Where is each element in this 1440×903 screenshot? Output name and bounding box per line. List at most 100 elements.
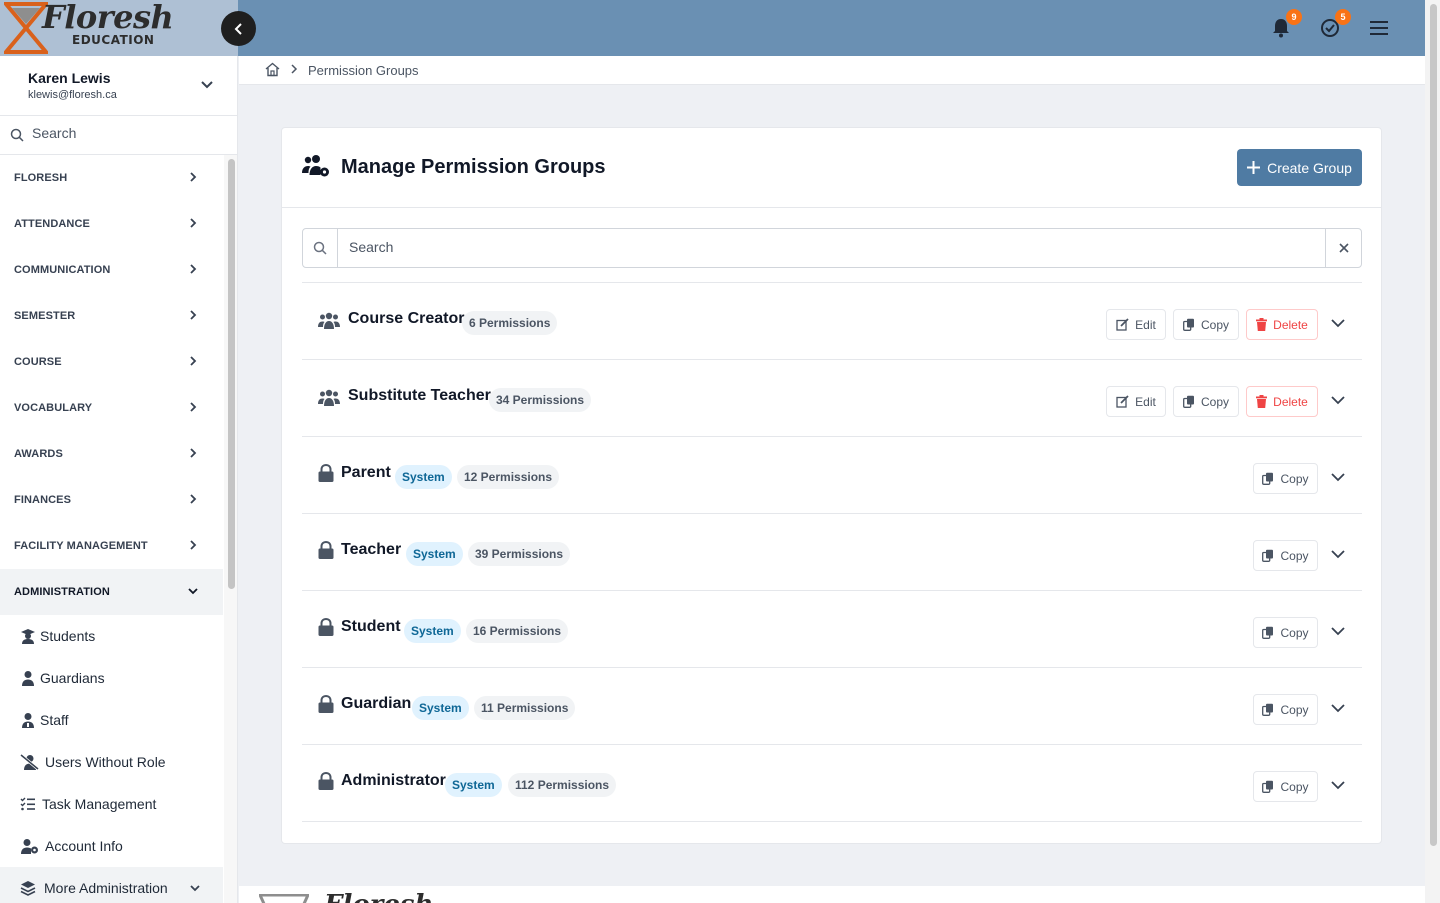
sidebar-item-label: ADMINISTRATION — [14, 586, 110, 598]
chevron-down-icon[interactable] — [1331, 472, 1345, 482]
chevron-right-icon — [190, 540, 197, 550]
breadcrumb-current: Permission Groups — [308, 63, 419, 78]
sidebar-item-account-info[interactable]: Account Info — [0, 825, 223, 867]
permissions-count-badge: 112 Permissions — [508, 773, 617, 797]
sidebar-item-students[interactable]: Students — [0, 615, 223, 657]
chevron-right-icon — [190, 218, 197, 228]
chevron-down-icon[interactable] — [1331, 549, 1345, 559]
chevron-down-icon[interactable] — [1331, 626, 1345, 636]
edit-button[interactable]: Edit — [1106, 309, 1166, 340]
copy-label: Copy — [1280, 548, 1309, 563]
user-menu[interactable]: Karen Lewis klewis@floresh.ca — [0, 56, 237, 116]
edit-button[interactable]: Edit — [1106, 386, 1166, 417]
menu-button[interactable] — [1367, 16, 1391, 40]
sidebar-search — [0, 116, 237, 155]
logo[interactable]: Floresh EDUCATION — [0, 0, 238, 56]
sidebar-item-communication[interactable]: COMMUNICATION — [0, 247, 223, 293]
system-badge: System — [404, 619, 461, 643]
delete-button[interactable]: Delete — [1246, 386, 1318, 417]
notifications-button[interactable]: 9 — [1269, 9, 1302, 40]
system-badge: System — [395, 465, 452, 489]
sidebar-item-course[interactable]: COURSE — [0, 339, 223, 385]
group-name: Course Creator — [348, 310, 465, 327]
copy-button[interactable]: Copy — [1253, 694, 1318, 725]
sidebar-collapse-button[interactable] — [221, 11, 256, 46]
chevron-down-icon[interactable] — [1331, 780, 1345, 790]
sidebar-item-vocabulary[interactable]: VOCABULARY — [0, 385, 223, 431]
copy-button[interactable]: Copy — [1253, 617, 1318, 648]
sidebar-item-staff[interactable]: Staff — [0, 699, 223, 741]
sidebar-scroll-thumb[interactable] — [228, 159, 235, 589]
trash-icon — [1256, 395, 1268, 408]
plus-icon — [1247, 161, 1261, 174]
footer-logo-mark-icon — [259, 894, 309, 903]
page-scroll-thumb[interactable] — [1430, 4, 1437, 846]
sidebar-item-facility-management[interactable]: FACILITY MANAGEMENT — [0, 523, 223, 569]
permissions-count-badge: 11 Permissions — [474, 696, 576, 720]
sidebar-item-label: Guardians — [40, 670, 105, 686]
sidebar-item-floresh[interactable]: FLORESH — [0, 155, 223, 201]
group-row[interactable]: Parent System 12 Permissions Copy — [302, 437, 1362, 514]
sidebar-item-awards[interactable]: AWARDS — [0, 431, 223, 477]
user-name: Karen Lewis — [28, 70, 111, 86]
group-name: Substitute Teacher — [348, 387, 491, 404]
group-row[interactable]: Teacher System 39 Permissions Copy — [302, 514, 1362, 591]
group-row[interactable]: Course Creator 6 Permissions Edit Copy D… — [302, 283, 1362, 360]
chevron-down-icon — [201, 81, 213, 89]
sidebar-item-label: Staff — [40, 712, 69, 728]
sidebar-item-task-management[interactable]: Task Management — [0, 783, 223, 825]
permissions-count-badge: 34 Permissions — [489, 388, 592, 412]
group-row[interactable]: Student System 16 Permissions Copy — [302, 591, 1362, 668]
group-name: Administrator — [341, 772, 446, 789]
sidebar-item-label: More Administration — [44, 880, 168, 896]
tasks-button[interactable]: 5 — [1318, 9, 1351, 40]
sidebar-item-guardians[interactable]: Guardians — [0, 657, 223, 699]
group-row[interactable]: Guardian System 11 Permissions Copy — [302, 668, 1362, 745]
copy-button[interactable]: Copy — [1173, 309, 1239, 340]
sidebar-item-label: ATTENDANCE — [14, 218, 90, 230]
chevron-down-icon[interactable] — [1331, 703, 1345, 713]
system-badge: System — [406, 542, 463, 566]
chevron-down-icon — [188, 588, 198, 595]
group-row[interactable]: Administrator System 112 Permissions Cop… — [302, 745, 1362, 822]
sidebar-item-more-administration[interactable]: More Administration — [0, 867, 223, 903]
copy-button[interactable]: Copy — [1253, 540, 1318, 571]
sidebar-item-administration[interactable]: ADMINISTRATION — [0, 569, 223, 615]
user-slash-icon — [20, 754, 39, 770]
sidebar-item-attendance[interactable]: ATTENDANCE — [0, 201, 223, 247]
home-icon[interactable] — [265, 62, 280, 77]
sidebar-search-input[interactable] — [32, 125, 212, 141]
user-email: klewis@floresh.ca — [28, 89, 117, 101]
chevron-down-icon[interactable] — [1331, 318, 1345, 328]
copy-button[interactable]: Copy — [1173, 386, 1239, 417]
copy-button[interactable]: Copy — [1253, 463, 1318, 494]
sidebar-item-semester[interactable]: SEMESTER — [0, 293, 223, 339]
list-check-icon — [20, 797, 35, 811]
sidebar-item-users-without-role[interactable]: Users Without Role — [0, 741, 223, 783]
copy-icon — [1262, 626, 1274, 639]
sidebar: Karen Lewis klewis@floresh.ca FLORESH AT… — [0, 56, 238, 903]
lock-icon — [318, 541, 334, 559]
sidebar-item-label: COURSE — [14, 356, 62, 368]
card-header: Manage Permission Groups Create Group — [282, 128, 1381, 208]
copy-button[interactable]: Copy — [1253, 771, 1318, 802]
group-row[interactable]: Substitute Teacher 34 Permissions Edit C… — [302, 360, 1362, 437]
copy-icon — [1262, 549, 1274, 562]
group-name: Parent — [341, 464, 391, 481]
sidebar-item-label: Users Without Role — [45, 754, 166, 770]
tasks-badge: 5 — [1335, 9, 1351, 25]
sidebar-item-finances[interactable]: FINANCES — [0, 477, 223, 523]
users-icon — [318, 389, 340, 406]
group-search — [302, 228, 1362, 268]
create-group-button[interactable]: Create Group — [1237, 149, 1362, 186]
copy-icon — [1183, 395, 1194, 408]
notifications-badge: 9 — [1286, 9, 1302, 25]
chevron-down-icon[interactable] — [1331, 395, 1345, 405]
delete-label: Delete — [1273, 394, 1308, 409]
delete-button[interactable]: Delete — [1246, 309, 1318, 340]
permission-groups-card: Manage Permission Groups Create Group Co… — [281, 127, 1382, 844]
page-title: Manage Permission Groups — [341, 156, 606, 178]
clear-search-button[interactable] — [1325, 229, 1361, 267]
group-search-input[interactable] — [349, 239, 1309, 255]
search-icon — [10, 128, 24, 142]
